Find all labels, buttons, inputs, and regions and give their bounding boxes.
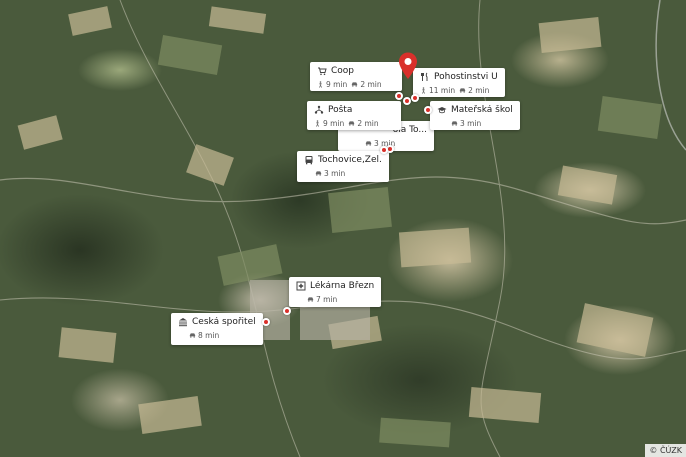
pharmacy-icon (296, 281, 306, 291)
walk-icon (319, 81, 322, 88)
poi-marker-materska-skola[interactable] (424, 106, 432, 114)
poi-marker-ceska-sporitelna[interactable] (262, 318, 270, 326)
poi-marker-posta[interactable] (403, 97, 411, 105)
walk-icon (316, 120, 319, 127)
car-icon (349, 121, 355, 126)
poi-card-posta[interactable]: Pošta 9 min 2 min (307, 101, 401, 130)
car-icon (189, 333, 196, 338)
car-time: 2 min (360, 80, 382, 89)
poi-name: Coop (331, 66, 355, 76)
car-icon (365, 141, 372, 146)
poi-card-coop[interactable]: Coop 9 min 2 min (310, 62, 402, 91)
car-icon (451, 121, 458, 126)
walk-time: 11 min (429, 86, 456, 95)
poi-card-pohostinstvi[interactable]: Pohostinstvi U He... 11 min 2 min (413, 68, 505, 97)
car-icon (459, 88, 466, 93)
poi-card-lekarna[interactable]: Lékárna Březnice 7 min (289, 277, 381, 307)
car-time: 2 min (357, 119, 379, 128)
walk-icon (422, 87, 425, 94)
poi-marker-coop[interactable] (395, 92, 403, 100)
poi-marker-tochovice[interactable] (380, 146, 388, 154)
poi-name: Česká spořitelna (192, 317, 256, 327)
fork-knife-icon (420, 72, 430, 82)
car-icon (315, 171, 322, 176)
poi-card-ceska-sporitelna[interactable]: Česká spořitelna 8 min (171, 313, 263, 345)
walk-time: 9 min (323, 119, 345, 128)
car-time: 3 min (324, 169, 346, 178)
poi-name: Pošta (328, 105, 353, 115)
poi-marker-pohostinstvi[interactable] (411, 94, 419, 102)
poi-card-materska-skola[interactable]: Mateřská škola 3 min (430, 101, 520, 130)
graduation-cap-icon (437, 105, 447, 115)
location-pin-icon[interactable] (398, 52, 418, 80)
bus-icon (304, 155, 314, 165)
car-time: 7 min (316, 295, 338, 304)
post-office-icon (314, 105, 324, 115)
poi-name: Lékárna Březnice (310, 281, 374, 291)
poi-marker-lekarna[interactable] (283, 307, 291, 315)
car-time: 2 min (468, 86, 490, 95)
poi-name: Tochovice,Žel.St. (318, 155, 382, 165)
car-time: 8 min (198, 331, 220, 340)
cart-icon (317, 66, 327, 76)
poi-name: Pohostinstvi U He... (434, 72, 498, 82)
map-attribution: © ČÚZK (645, 444, 686, 457)
car-time: 3 min (460, 119, 482, 128)
walk-time: 9 min (326, 80, 348, 89)
bank-icon (178, 317, 188, 327)
poi-card-tochovice[interactable]: Tochovice,Žel.St. 3 min (297, 151, 389, 182)
poi-name: Mateřská škola (451, 105, 513, 115)
car-icon (307, 297, 314, 302)
car-icon (352, 82, 358, 87)
